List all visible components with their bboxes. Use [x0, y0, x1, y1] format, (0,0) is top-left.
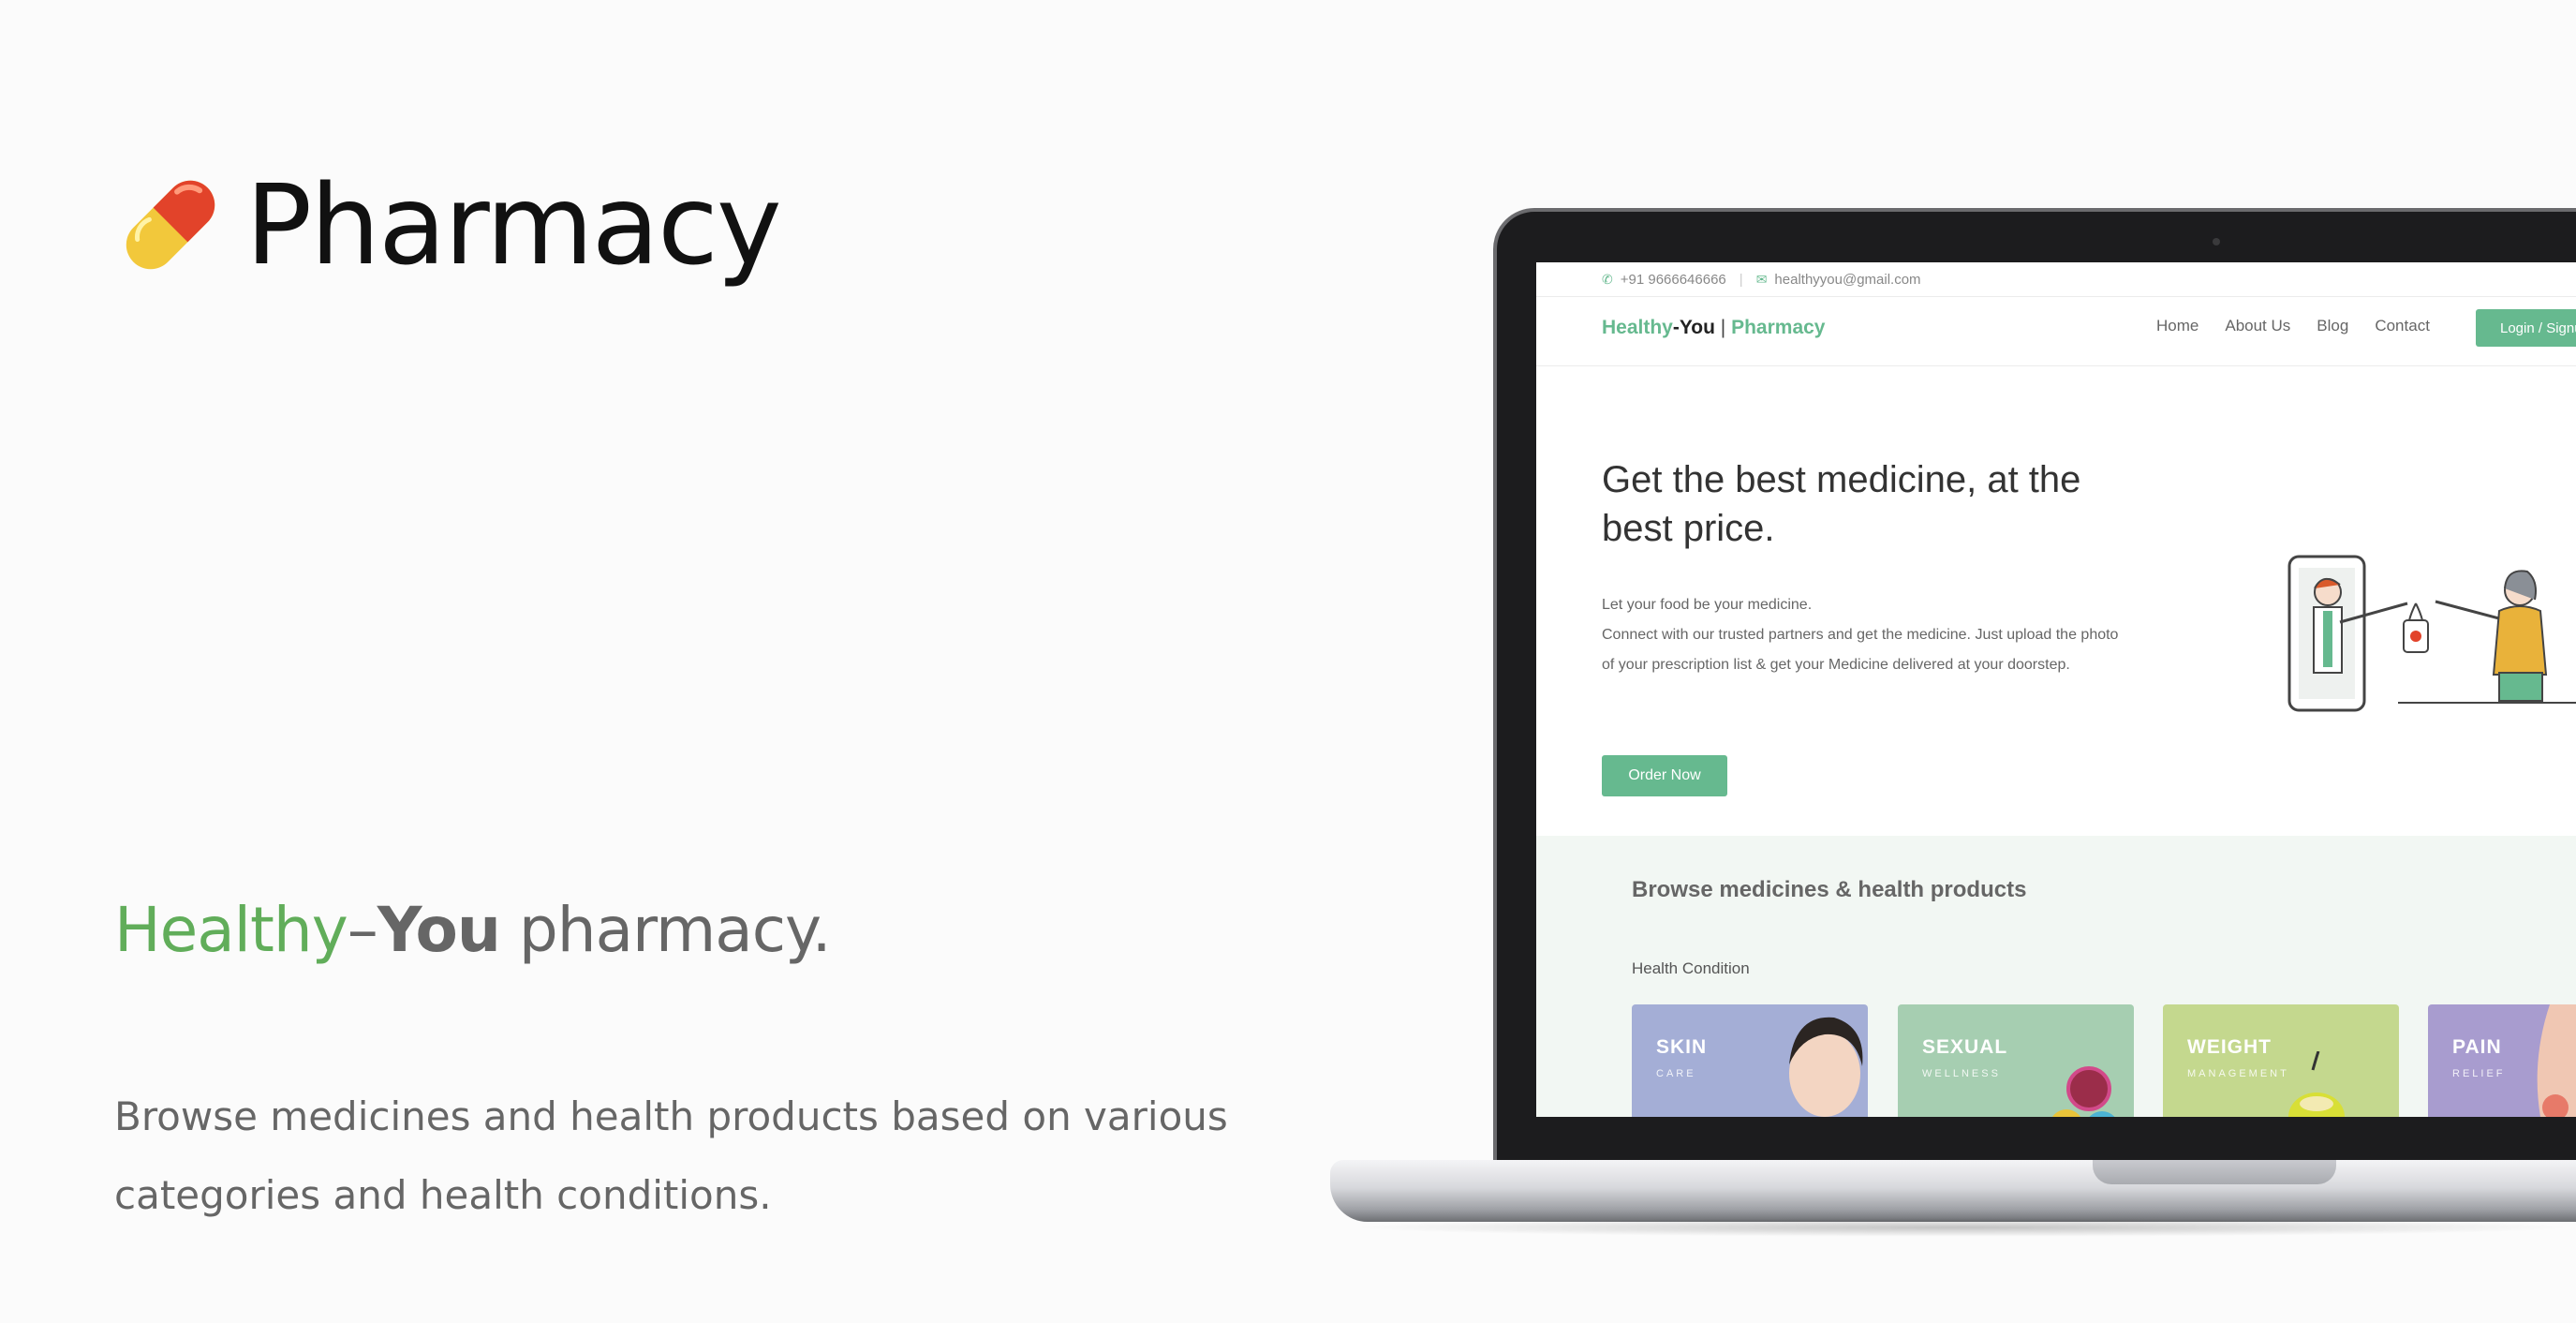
hero-line-1: Let your food be your medicine. — [1602, 597, 1813, 613]
page-title: Pharmacy — [245, 160, 782, 290]
laptop-base — [1330, 1160, 2576, 1222]
card-subtitle: CARE — [1656, 1068, 1696, 1079]
laptop-notch — [2093, 1160, 2336, 1184]
card-title: PAIN — [2452, 1036, 2502, 1058]
card-subtitle: WELLNESS — [1922, 1068, 2001, 1079]
card-title: SKIN — [1656, 1036, 1708, 1058]
laptop-shadow — [1349, 1218, 2576, 1237]
category-card-pain[interactable]: PAIN RELIEF — [2428, 1004, 2576, 1117]
card-subtitle: MANAGEMENT — [2187, 1068, 2289, 1079]
logo-healthy: Healthy — [1602, 317, 1673, 338]
card-title: SEXUAL — [1922, 1036, 2008, 1058]
logo-separator: | — [1714, 317, 1732, 338]
hero-line-2: Connect with our trusted partners and ge… — [1602, 627, 2119, 673]
logo-you: You — [1679, 317, 1715, 338]
products-image — [2052, 1066, 2115, 1117]
category-card-sexual[interactable]: SEXUAL WELLNESS — [1898, 1004, 2134, 1117]
nav-contact[interactable]: Contact — [2375, 317, 2430, 335]
camera-icon — [2213, 238, 2220, 245]
tagline: Healthy–You pharmacy. — [114, 899, 832, 961]
tagline-healthy: Healthy — [114, 894, 348, 966]
email-address[interactable]: healthyyou@gmail.com — [1774, 272, 1920, 288]
laptop-screen: ✆ +91 9666646666 | ✉ healthyyou@gmail.co… — [1536, 262, 2576, 1117]
pill-icon — [114, 169, 227, 281]
tagline-you: You — [377, 894, 501, 966]
browse-section: Browse medicines & health products Healt… — [1536, 836, 2576, 1117]
hero-text: Let your food be your medicine. Connect … — [1602, 590, 2126, 680]
login-button[interactable]: Login / Signup — [2476, 309, 2576, 347]
browse-title: Browse medicines & health products — [1632, 877, 2027, 902]
nav-blog[interactable]: Blog — [2317, 317, 2348, 335]
divider-line — [1536, 365, 2576, 366]
divider-line — [1536, 296, 2576, 297]
logo-pharmacy: Pharmacy — [1731, 317, 1826, 338]
contact-bar: ✆ +91 9666646666 | ✉ healthyyou@gmail.co… — [1602, 268, 1921, 290]
tagline-dash: – — [347, 894, 378, 966]
phone-icon: ✆ — [1602, 271, 1613, 287]
elbow-image — [2537, 1004, 2576, 1117]
order-now-button[interactable]: Order Now — [1602, 755, 1727, 796]
divider: | — [1739, 271, 1743, 288]
delivery-illustration — [2287, 555, 2576, 712]
section-label: Health Condition — [1632, 959, 1750, 977]
logo-dash: - — [1672, 317, 1680, 338]
description: Browse medicines and health products bas… — [114, 1093, 1228, 1218]
mail-icon: ✉ — [1755, 271, 1768, 287]
face-image — [1789, 1017, 1863, 1117]
category-card-skin[interactable]: SKIN CARE — [1632, 1004, 1868, 1117]
tagline-rest: pharmacy. — [499, 894, 832, 966]
nav-home[interactable]: Home — [2156, 317, 2198, 335]
category-card-weight[interactable]: WEIGHT MANAGEMENT — [2163, 1004, 2399, 1117]
main-nav: Home About Us Blog Contact — [2156, 317, 2456, 335]
apple-image — [2288, 1051, 2345, 1117]
site-logo[interactable]: Healthy-You | Pharmacy — [1602, 317, 1826, 339]
brand-header: Pharmacy — [114, 160, 782, 290]
hero-title: Get the best medicine, at the best price… — [1602, 459, 2081, 549]
card-subtitle: RELIEF — [2452, 1068, 2506, 1079]
nav-about[interactable]: About Us — [2225, 317, 2290, 335]
phone-number[interactable]: +91 9666646666 — [1621, 272, 1726, 288]
card-title: WEIGHT — [2187, 1036, 2272, 1058]
